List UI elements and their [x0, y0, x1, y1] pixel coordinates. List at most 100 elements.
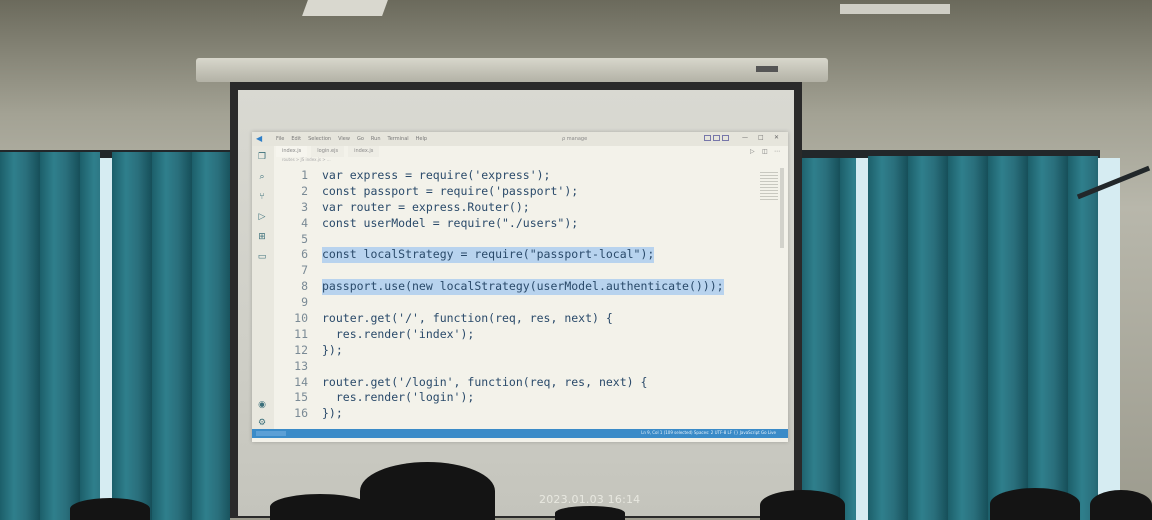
ceiling-light: [840, 4, 950, 14]
remote-explorer-icon[interactable]: ▭: [257, 252, 267, 262]
line-number: 5: [301, 231, 308, 246]
code-text: const userModel = require("./users");: [322, 215, 579, 230]
code-line[interactable]: 12});: [282, 343, 762, 359]
editor-tabs: index.js login.ejs index.js: [276, 146, 380, 157]
code-line[interactable]: 3 var router = express.Router();: [282, 200, 762, 216]
tab-login-ejs[interactable]: login.ejs: [311, 146, 345, 157]
line-number: 1: [301, 168, 308, 182]
projector-screen: ◀ File Edit Selection View Go Run Termin…: [238, 90, 794, 516]
audience-head: [760, 490, 845, 520]
code-text: var express = require('express');: [322, 168, 551, 182]
line-number: 3: [301, 199, 308, 214]
audience-head: [270, 494, 370, 520]
menu-terminal[interactable]: Terminal: [388, 136, 409, 142]
line-number: 7: [301, 263, 308, 278]
code-text: res.render('login');: [322, 390, 475, 405]
activity-bar: ❐ ⌕ ⑂ ▷ ⊞ ▭ ◉ ⚙: [252, 146, 274, 432]
code-line[interactable]: 2 const passport = require('passport');: [282, 184, 762, 200]
search-icon[interactable]: ⌕: [257, 172, 267, 182]
line-number: 14: [294, 374, 308, 389]
menu-view[interactable]: View: [338, 136, 350, 142]
line-number: 11: [294, 326, 308, 341]
photo-timestamp: 2023.01.03 16:14: [539, 493, 641, 506]
line-number: 9: [301, 295, 308, 310]
code-text: const passport = require('passport');: [322, 183, 579, 198]
extensions-icon[interactable]: ⊞: [257, 232, 267, 242]
line-number: 6: [301, 247, 308, 262]
curtain-right-inner: [800, 158, 856, 520]
menu-bar: File Edit Selection View Go Run Terminal…: [276, 136, 427, 142]
menu-edit[interactable]: Edit: [291, 136, 301, 142]
status-info: Ln 9, Col 1 (109 selected) Spaces: 2 UTF…: [641, 430, 776, 435]
code-text: const localStrategy = require("passport-…: [322, 247, 655, 264]
breadcrumb: routes > JS index.js > ...: [282, 157, 331, 162]
menu-file[interactable]: File: [276, 136, 284, 142]
audience-head: [555, 506, 625, 520]
projector-screen-roller: [196, 58, 828, 82]
tab-index-js-2[interactable]: index.js: [348, 146, 380, 157]
curtain-left-inner: [112, 152, 230, 520]
split-editor-icon[interactable]: ◫: [762, 148, 768, 155]
audience-head: [990, 488, 1080, 520]
line-number: 13: [294, 358, 308, 373]
code-line[interactable]: 16});: [282, 406, 762, 422]
code-text: res.render('index');: [322, 326, 475, 341]
explorer-icon[interactable]: ❐: [257, 152, 267, 162]
audience-head: [1090, 490, 1152, 520]
curtain-left: [0, 152, 100, 520]
code-line[interactable]: 7: [282, 263, 762, 279]
menu-selection[interactable]: Selection: [308, 136, 331, 142]
line-number: 12: [294, 342, 308, 357]
remote-indicator[interactable]: [256, 431, 286, 436]
code-line[interactable]: 4 const userModel = require("./users");: [282, 216, 762, 232]
code-text: passport.use(new localStrategy(userModel…: [322, 279, 724, 296]
code-text: var router = express.Router();: [322, 199, 530, 214]
code-line[interactable]: 6 const localStrategy = require("passport…: [282, 247, 762, 264]
code-line[interactable]: 8 passport.use(new localStrategy(userMode…: [282, 279, 762, 296]
audience-head: [360, 462, 495, 520]
code-line[interactable]: 10 router.get('/', function(req, res, nex…: [282, 311, 762, 327]
code-text: router.get('/', function(req, res, next)…: [322, 311, 613, 326]
source-control-icon[interactable]: ⑂: [257, 192, 267, 202]
vscode-logo-icon: ◀: [256, 134, 263, 143]
menu-go[interactable]: Go: [357, 136, 364, 142]
minimap[interactable]: [760, 172, 778, 202]
menu-run[interactable]: Run: [371, 136, 381, 142]
line-number: 2: [301, 183, 308, 198]
account-icon[interactable]: ◉: [257, 400, 267, 410]
editor-scrollbar[interactable]: [780, 168, 784, 248]
layout-toggle-icon[interactable]: [713, 135, 720, 141]
settings-gear-icon[interactable]: ⚙: [257, 418, 267, 428]
tab-index-js[interactable]: index.js: [276, 146, 308, 157]
line-number: 4: [301, 215, 308, 230]
line-number: 8: [301, 279, 308, 294]
code-editor-window: ◀ File Edit Selection View Go Run Termin…: [252, 132, 788, 442]
line-number: 15: [294, 390, 308, 405]
curtain-right: [868, 156, 1098, 520]
ceiling-light: [302, 0, 388, 16]
minimize-icon[interactable]: —: [742, 134, 748, 141]
code-line[interactable]: 9: [282, 295, 762, 311]
roller-logo: [756, 66, 778, 72]
code-line[interactable]: 14 router.get('/login', function(req, res…: [282, 375, 762, 391]
more-actions-icon[interactable]: ⋯: [774, 148, 780, 155]
line-number: 10: [294, 311, 308, 326]
code-line[interactable]: 13: [282, 359, 762, 375]
code-text: router.get('/login', function(req, res, …: [322, 374, 648, 389]
code-line[interactable]: 1 var express = require('express');: [282, 168, 762, 184]
maximize-icon[interactable]: □: [758, 134, 764, 141]
audience-head: [70, 498, 150, 520]
run-debug-icon[interactable]: ▷: [257, 212, 267, 222]
code-area[interactable]: 1 var express = require('express'); 2 const…: [282, 168, 762, 428]
layout-toggle-icon[interactable]: [704, 135, 711, 141]
code-line[interactable]: 15 res.render('login');: [282, 390, 762, 406]
menu-help[interactable]: Help: [416, 136, 427, 142]
code-line[interactable]: 11 res.render('index');: [282, 327, 762, 343]
run-icon[interactable]: ▷: [750, 148, 755, 155]
close-icon[interactable]: ✕: [774, 134, 779, 141]
line-number: 16: [294, 406, 308, 421]
window-title: ρ manage: [562, 136, 588, 142]
code-text: });: [322, 342, 343, 357]
layout-toggle-icon[interactable]: [722, 135, 729, 141]
code-line[interactable]: 5: [282, 232, 762, 248]
